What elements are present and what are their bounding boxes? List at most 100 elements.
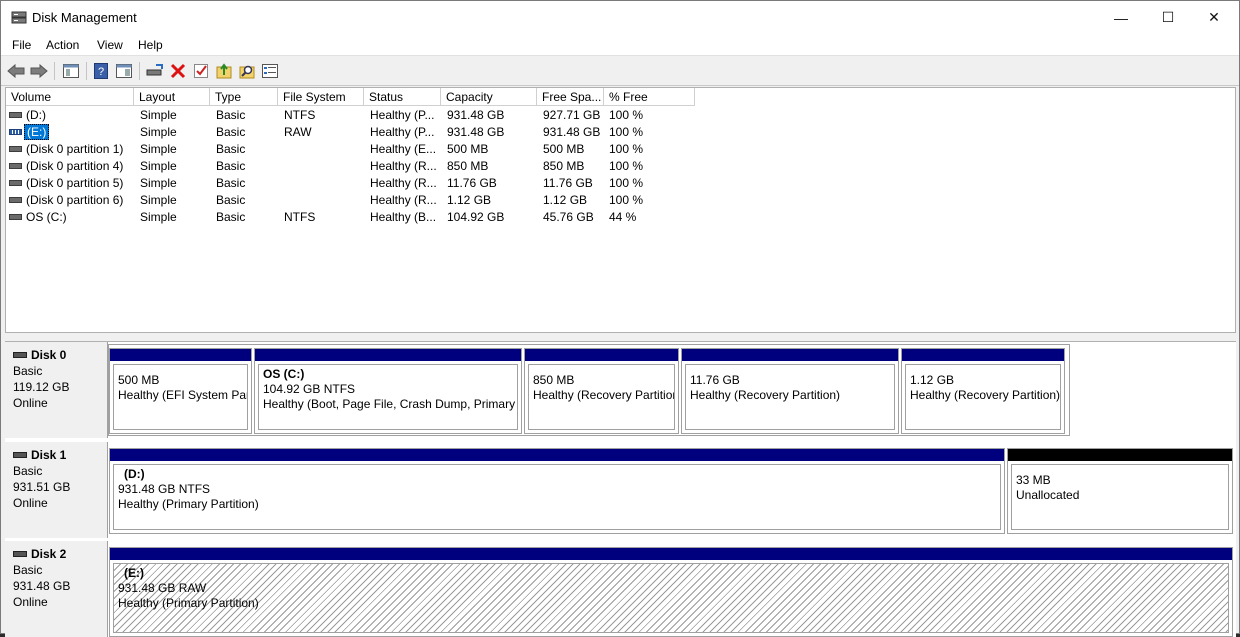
pane-splitter[interactable] xyxy=(5,333,1236,342)
volume-fs-cell: NTFS xyxy=(284,210,316,224)
disk-name: Disk 1 xyxy=(31,448,67,462)
disk-graphical-view: Disk 0 Basic 119.12 GB Online 500 MB Hea… xyxy=(5,342,1236,637)
partition-block[interactable]: (E:) 931.48 GB RAW Healthy (Primary Part… xyxy=(109,547,1233,637)
disk-icon xyxy=(13,452,27,458)
volume-layout-cell: Simple xyxy=(140,176,177,190)
partition-status: Healthy (Boot, Page File, Crash Dump, Pr… xyxy=(263,397,518,411)
partition-bar xyxy=(110,548,1232,560)
svg-text:?: ? xyxy=(98,66,104,78)
volume-status-cell: Healthy (P... xyxy=(370,125,435,139)
partition-block[interactable]: (D:) 931.48 GB NTFS Healthy (Primary Par… xyxy=(109,448,1005,534)
partition-body: (E:) 931.48 GB RAW Healthy (Primary Part… xyxy=(113,563,1229,633)
disk-state: Online xyxy=(13,595,48,609)
partition-block[interactable]: 850 MB Healthy (Recovery Partitior xyxy=(524,348,679,434)
volume-pct-cell: 100 % xyxy=(609,193,644,207)
table-row[interactable]: (Disk 0 partition 1) Simple Basic Healthy (… xyxy=(6,141,706,158)
menu-file[interactable]: File xyxy=(12,38,31,52)
volume-icon xyxy=(9,180,22,186)
partition-bar xyxy=(525,349,678,361)
volume-icon xyxy=(9,197,22,203)
action-pane-icon[interactable] xyxy=(114,61,134,81)
column-header-layout[interactable]: Layout xyxy=(134,88,210,106)
disk-icon xyxy=(13,352,27,358)
disk-label[interactable]: Disk 0 Basic 119.12 GB Online xyxy=(5,342,108,438)
minimize-button[interactable]: — xyxy=(1098,1,1144,34)
volume-capacity-cell: 500 MB xyxy=(447,142,489,156)
column-header-volume[interactable]: Volume xyxy=(6,88,134,106)
menu-help[interactable]: Help xyxy=(138,38,163,52)
partition-block[interactable]: 1.12 GB Healthy (Recovery Partition) xyxy=(901,348,1065,434)
volume-status-cell: Healthy (P... xyxy=(370,108,435,122)
column-header-percent-free[interactable]: % Free xyxy=(604,88,695,106)
volume-status-cell: Healthy (R... xyxy=(370,176,437,190)
close-button[interactable]: ✕ xyxy=(1191,1,1237,34)
forward-icon[interactable] xyxy=(29,61,49,81)
properties-icon[interactable] xyxy=(260,61,280,81)
connect-icon[interactable] xyxy=(145,61,165,81)
volume-type-cell: Basic xyxy=(216,108,246,122)
volume-type-cell: Basic xyxy=(216,210,246,224)
menu-action[interactable]: Action xyxy=(46,38,79,52)
disk-management-app-icon xyxy=(11,11,27,24)
volume-free-cell: 45.76 GB xyxy=(543,210,594,224)
disk-size: 119.12 GB xyxy=(13,380,70,394)
table-row[interactable]: OS (C:) Simple Basic NTFS Healthy (B... 104.9… xyxy=(6,209,706,226)
volume-pct-cell: 44 % xyxy=(609,210,637,224)
volume-layout-cell: Simple xyxy=(140,193,177,207)
disk-label[interactable]: Disk 2 Basic 931.48 GB Online xyxy=(5,541,108,637)
volume-free-cell: 927.71 GB xyxy=(543,108,601,122)
table-row[interactable]: (Disk 0 partition 6) Simple Basic Healthy (… xyxy=(6,192,706,209)
table-row[interactable]: (E:) Simple Basic RAW Healthy (P... 931.48 GB… xyxy=(6,124,706,141)
column-header-free-space[interactable]: Free Spa... xyxy=(537,88,604,106)
partition-size: 850 MB xyxy=(533,373,575,387)
column-header-type[interactable]: Type xyxy=(210,88,278,106)
volume-pct-cell: 100 % xyxy=(609,142,644,156)
disk-state: Online xyxy=(13,396,48,410)
table-row[interactable]: (Disk 0 partition 4) Simple Basic Healthy (… xyxy=(6,158,706,175)
column-header-status[interactable]: Status xyxy=(364,88,441,106)
volume-status-cell: Healthy (R... xyxy=(370,193,437,207)
delete-icon[interactable] xyxy=(168,61,188,81)
maximize-button[interactable]: ☐ xyxy=(1145,1,1191,34)
disk-name: Disk 0 xyxy=(31,348,67,362)
title-bar: Disk Management — ☐ ✕ xyxy=(1,1,1239,34)
partition-status: Healthy (EFI System Part xyxy=(118,388,248,402)
volume-name: (D:) xyxy=(26,108,46,122)
menu-view[interactable]: View xyxy=(97,38,123,52)
check-icon[interactable] xyxy=(191,61,211,81)
back-icon[interactable] xyxy=(6,61,26,81)
partition-bar xyxy=(255,349,521,361)
partition-status: Healthy (Primary Partition) xyxy=(118,497,259,511)
table-row[interactable]: (Disk 0 partition 5) Simple Basic Healthy (… xyxy=(6,175,706,192)
volume-name: (E:) xyxy=(24,124,50,140)
volume-type-cell: Basic xyxy=(216,193,246,207)
help-icon[interactable]: ? xyxy=(91,61,111,81)
volume-type-cell: Basic xyxy=(216,125,246,139)
partition-block[interactable]: 11.76 GB Healthy (Recovery Partition) xyxy=(681,348,899,434)
search-icon[interactable] xyxy=(237,61,257,81)
table-row[interactable]: (D:) Simple Basic NTFS Healthy (P... 931.48 G… xyxy=(6,107,706,124)
volume-icon xyxy=(9,163,22,169)
disk-label[interactable]: Disk 1 Basic 931.51 GB Online xyxy=(5,442,108,538)
volume-type-cell: Basic xyxy=(216,142,246,156)
console-tree-icon[interactable] xyxy=(61,61,81,81)
disk-row: Disk 2 Basic 931.48 GB Online (E:) 931.4… xyxy=(5,541,1236,637)
volume-layout-cell: Simple xyxy=(140,159,177,173)
column-header-capacity[interactable]: Capacity xyxy=(441,88,537,106)
partition-title: OS (C:) xyxy=(263,367,305,381)
volume-name: (Disk 0 partition 6) xyxy=(26,193,124,207)
partition-status: Unallocated xyxy=(1016,488,1080,502)
folder-up-icon[interactable] xyxy=(214,61,234,81)
partition-body: OS (C:) 104.92 GB NTFS Healthy (Boot, Pa… xyxy=(258,364,518,430)
partition-body: 11.76 GB Healthy (Recovery Partition) xyxy=(685,364,895,430)
volume-pct-cell: 100 % xyxy=(609,125,644,139)
column-header-file-system[interactable]: File System xyxy=(278,88,364,106)
partition-block[interactable]: OS (C:) 104.92 GB NTFS Healthy (Boot, Pa… xyxy=(254,348,522,434)
volume-capacity-cell: 104.92 GB xyxy=(447,210,505,224)
disk-size: 931.51 GB xyxy=(13,480,71,494)
partition-body: 33 MB Unallocated xyxy=(1011,464,1229,530)
partition-block[interactable]: 500 MB Healthy (EFI System Part xyxy=(109,348,252,434)
volume-status-cell: Healthy (B... xyxy=(370,210,437,224)
unallocated-block[interactable]: 33 MB Unallocated xyxy=(1007,448,1233,534)
partition-title: (D:) xyxy=(124,467,145,481)
